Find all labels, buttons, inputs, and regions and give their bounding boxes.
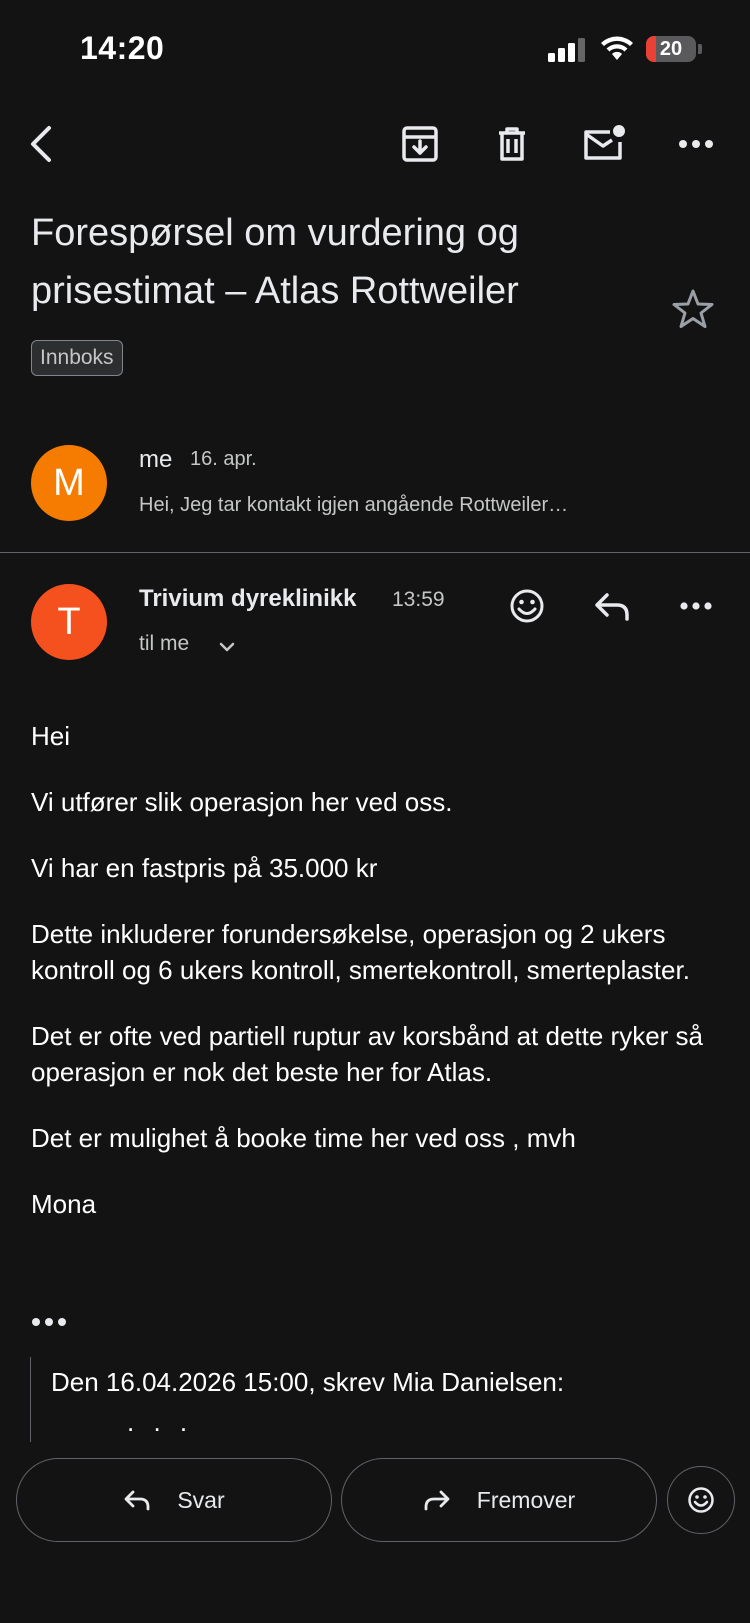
cellular-signal-icon [548, 36, 586, 62]
more-icon [679, 140, 713, 148]
sender-name: me [139, 446, 173, 473]
message-body: Hei Vi utfører slik operasjon her ved os… [31, 718, 721, 1252]
body-paragraph: Hei [31, 721, 71, 751]
chevron-down-icon[interactable] [216, 636, 238, 658]
trash-icon [499, 127, 525, 161]
avatar: M [31, 445, 107, 521]
battery-icon: 20 [646, 36, 696, 62]
inbox-label-chip[interactable]: Innboks [31, 340, 123, 376]
reply-label: Svar [177, 1486, 225, 1513]
email-subject: Forespørsel om vurdering og prisestimat … [31, 212, 519, 312]
recipient-summary[interactable]: til me [139, 632, 189, 656]
forward-label: Fremover [476, 1486, 576, 1513]
emoji-icon [510, 589, 544, 623]
show-trimmed-content-button[interactable] [32, 1312, 68, 1332]
react-button[interactable] [667, 1466, 735, 1534]
wifi-icon [601, 36, 633, 60]
more-icon [680, 602, 712, 610]
battery-nub [698, 44, 702, 54]
star-outline-icon [672, 289, 714, 328]
avatar: T [31, 584, 107, 660]
quoted-text: Den 16.04.2026 15:00, skrev Mia Danielse… [30, 1357, 720, 1442]
mark-unread-icon [584, 125, 625, 160]
add-reaction-button[interactable] [505, 584, 549, 628]
battery-level: 20 [659, 38, 683, 60]
forward-pill-button[interactable]: Fremover [341, 1458, 657, 1542]
body-paragraph: Det er ofte ved partiell ruptur av korsb… [31, 1021, 704, 1087]
mark-unread-button[interactable] [580, 120, 628, 168]
back-arrow-icon [31, 126, 51, 162]
body-paragraph: Det er mulighet å booke time her ved oss… [31, 1123, 576, 1153]
status-time: 14:20 [80, 30, 165, 66]
star-button[interactable] [670, 286, 716, 332]
forward-icon [424, 1490, 450, 1511]
quote-header: Den 16.04.2026 15:00, skrev Mia Danielse… [51, 1367, 565, 1397]
quote-trailing: . . . [127, 1407, 194, 1437]
reply-pill-button[interactable]: Svar [16, 1458, 332, 1542]
delete-button[interactable] [488, 120, 536, 168]
status-bar: 14:20 20 [0, 0, 750, 100]
body-paragraph: Vi utfører slik operasjon her ved oss. [31, 787, 453, 817]
message-divider [0, 552, 750, 553]
message-date: 16. apr. [190, 448, 257, 470]
emoji-icon [688, 1487, 714, 1513]
archive-icon [402, 126, 438, 162]
reply-icon [124, 1490, 150, 1511]
more-options-button[interactable] [672, 120, 720, 168]
body-paragraph: Mona [31, 1189, 97, 1219]
reply-icon [595, 593, 629, 621]
sender-name: Trivium dyreklinikk [139, 585, 357, 612]
body-paragraph: Dette inkluderer forundersøkelse, operas… [31, 919, 690, 985]
back-button[interactable] [18, 120, 66, 168]
message-snippet: Hei, Jeg tar kontakt igjen angående Rott… [139, 494, 569, 516]
archive-button[interactable] [396, 120, 444, 168]
reply-button[interactable] [590, 584, 634, 628]
body-paragraph: Vi har en fastpris på 35.000 kr [31, 853, 378, 883]
message-more-button[interactable] [674, 584, 718, 628]
message-time: 13:59 [392, 588, 445, 611]
